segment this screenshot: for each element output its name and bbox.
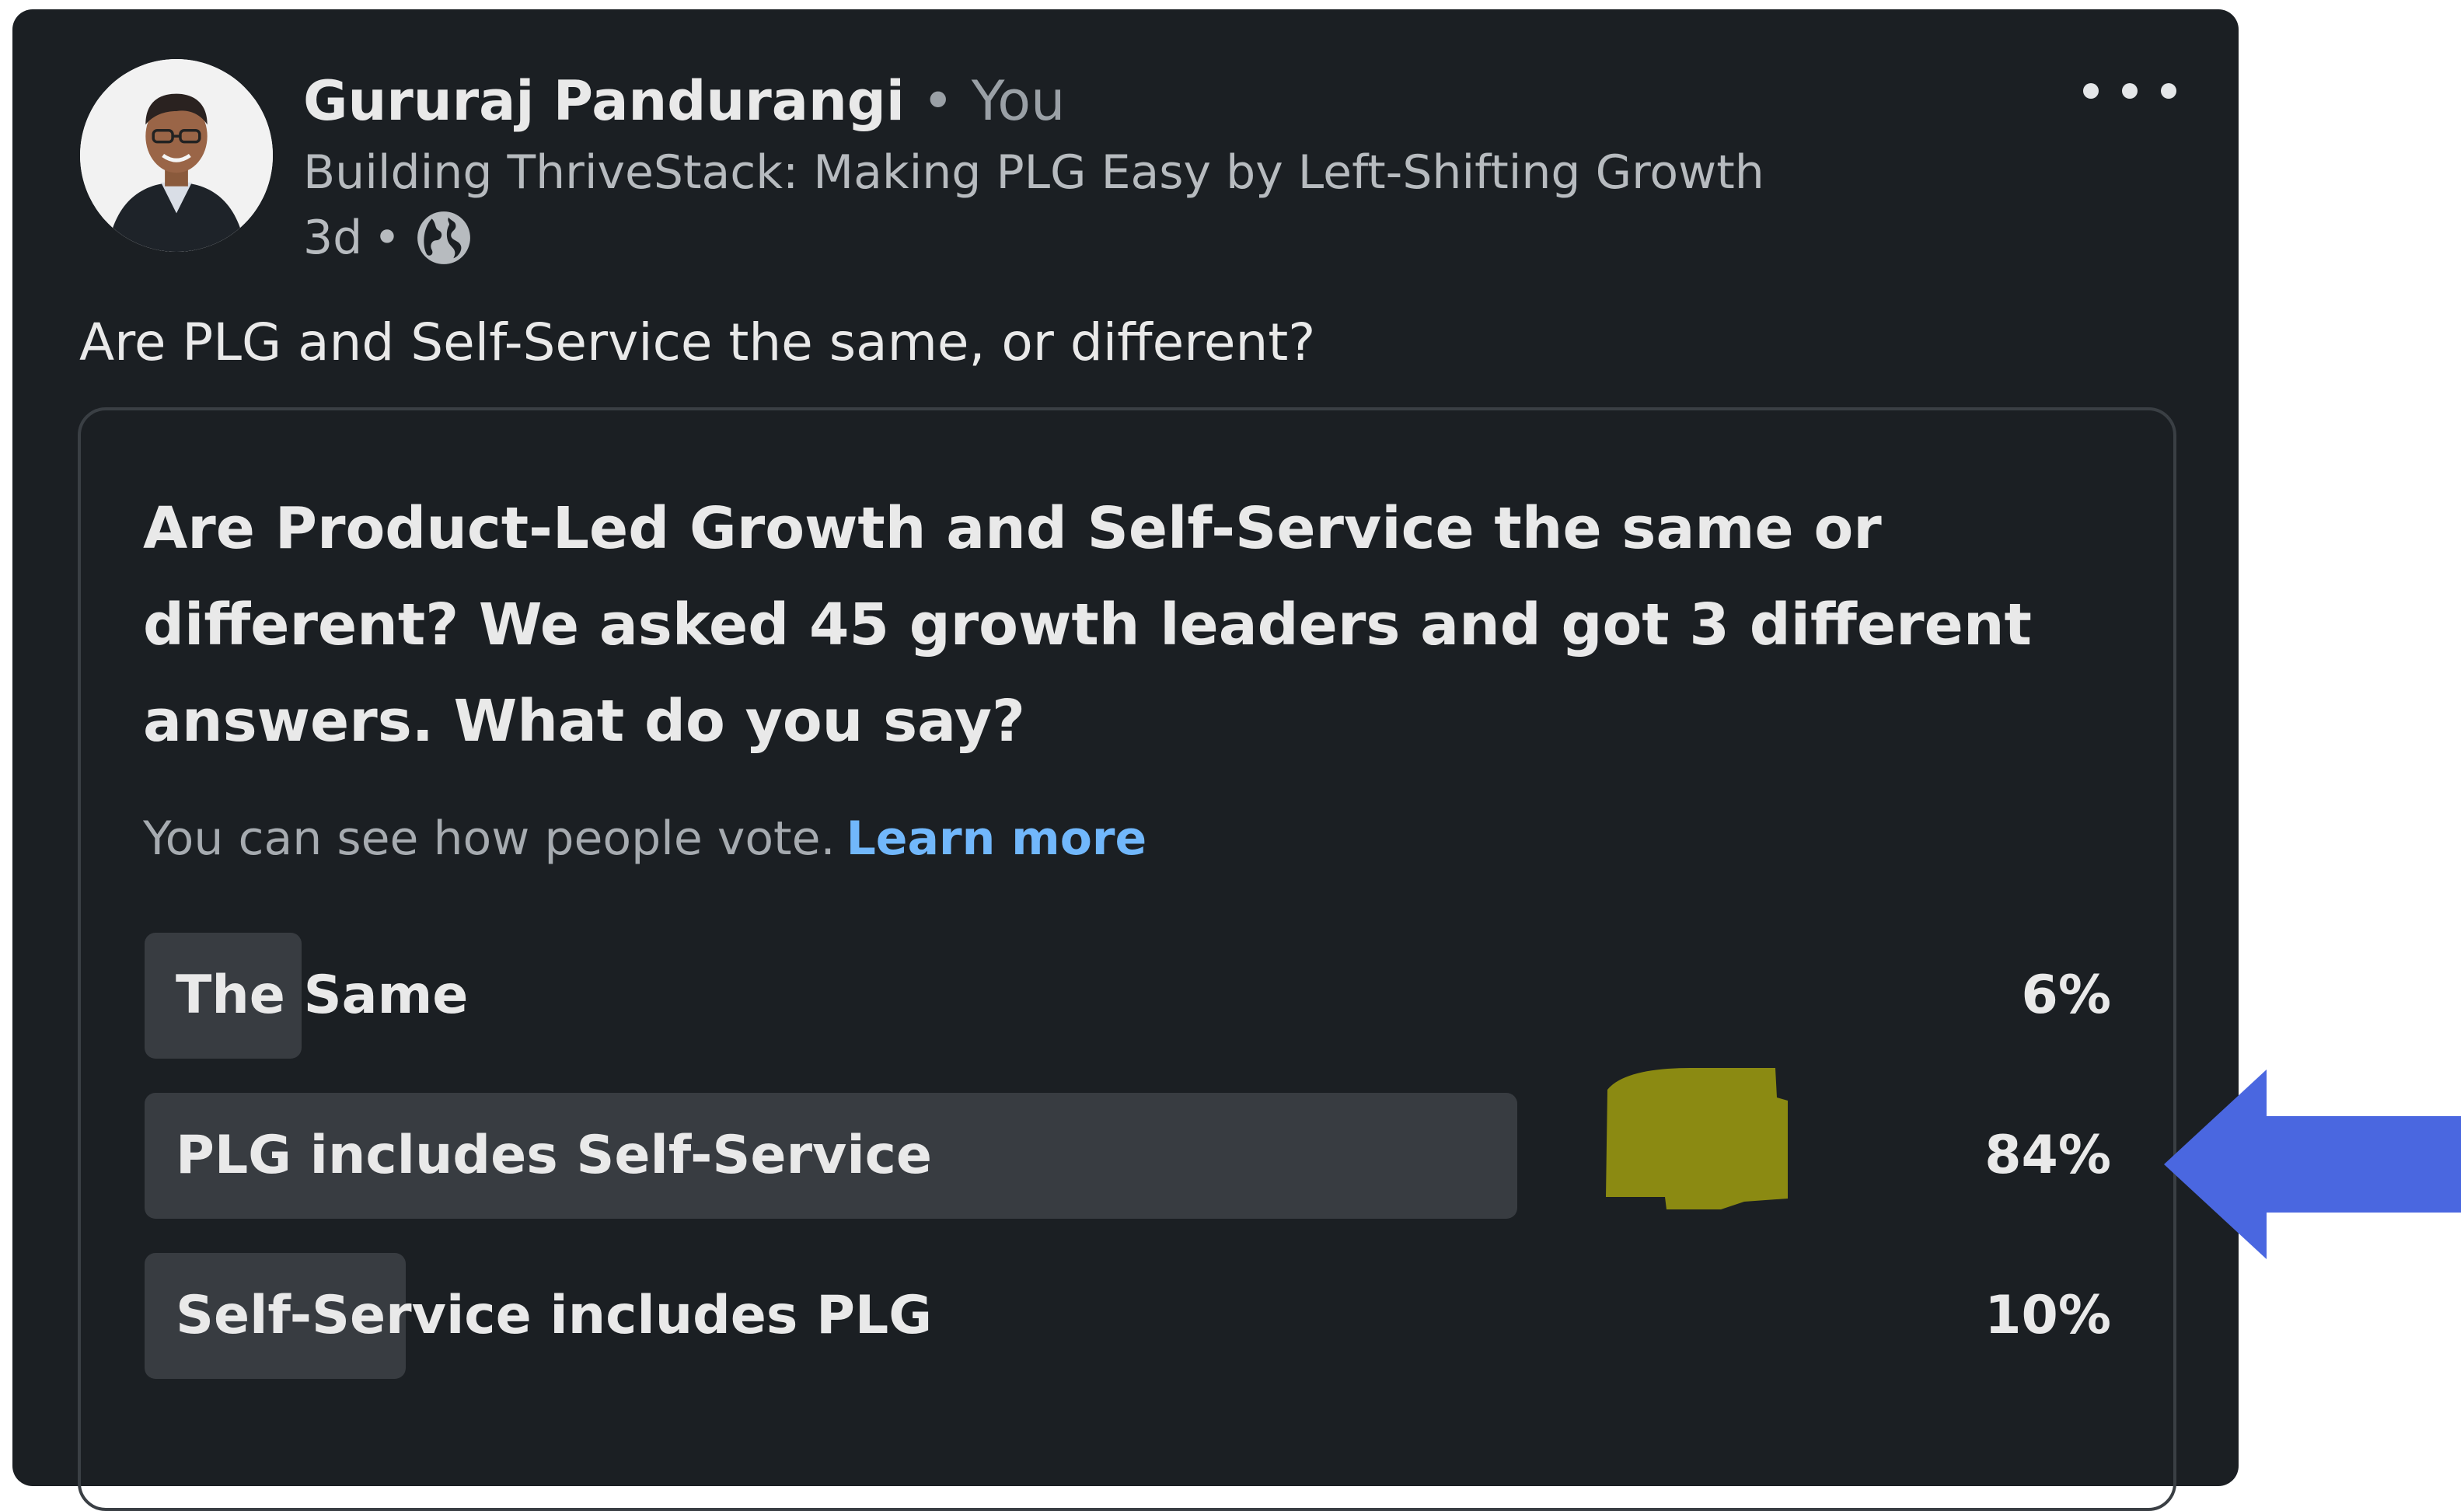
author-line: Gururaj Pandurangi • You [303,68,1065,134]
post-meta: 3d • [303,205,473,270]
poll-option-percent: 10% [1984,1285,2111,1346]
globe-icon [415,209,473,267]
profile-photo [80,59,273,252]
poll-option-label: The Same [176,965,469,1026]
learn-more-link[interactable]: Learn more [846,811,1147,866]
author-name[interactable]: Gururaj Pandurangi [303,69,905,133]
poll-option-label: PLG includes Self-Service [176,1125,933,1186]
annotation-arrow-icon [2164,1070,2461,1259]
author-headline: Building ThriveStack: Making PLG Easy by… [303,145,1764,200]
poll-option[interactable]: Self-Service includes PLG 10% [145,1253,2111,1379]
avatar[interactable] [80,59,273,252]
poll-option[interactable]: The Same 6% [145,933,2111,1059]
redaction-scribble [1606,1068,1788,1209]
relationship-label: You [971,69,1066,133]
poll-notice: You can see how people vote. Learn more [143,804,1146,874]
separator-dot: • [922,69,955,133]
poll-question: Are Product-Led Growth and Self-Service … [143,495,2032,755]
separator-dot: • [373,211,401,265]
poll-option-label: Self-Service includes PLG [176,1285,933,1346]
poll-option-percent: 6% [2021,965,2111,1026]
more-horizontal-icon-dot [2122,83,2138,99]
poll-options: The Same 6% PLG includes Self-Service 84… [145,933,2111,1413]
poll-option-percent: 84% [1984,1125,2111,1186]
poll-option[interactable]: PLG includes Self-Service 84% [145,1093,2111,1219]
more-options-button[interactable] [2083,72,2176,110]
more-horizontal-icon-dot [2161,83,2176,99]
post-text: Are PLG and Self-Service the same, or di… [79,312,1316,372]
more-horizontal-icon [2083,83,2099,99]
post-age: 3d [303,211,363,265]
poll-notice-text: You can see how people vote. [143,811,836,866]
